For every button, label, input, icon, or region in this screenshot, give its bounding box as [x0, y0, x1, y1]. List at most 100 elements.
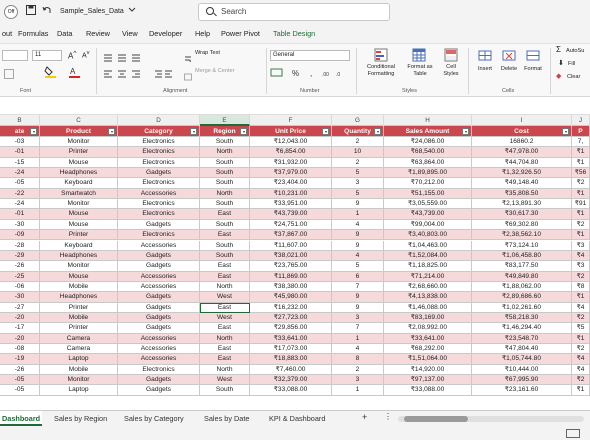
cell-profit[interactable]: ₹1	[572, 333, 590, 344]
cell-sales-amount[interactable]: ₹63,864.00	[384, 157, 472, 169]
cell-quantity[interactable]: 3	[332, 375, 384, 386]
add-sheet-button[interactable]: +	[362, 412, 367, 422]
cell-date[interactable]: -20	[0, 333, 40, 344]
cell-region[interactable]: South	[200, 168, 250, 179]
fill-button[interactable]: Fill	[568, 61, 575, 68]
cell-region[interactable]: East	[200, 302, 250, 313]
cell-sales-amount[interactable]: ₹71,214.00	[384, 271, 472, 282]
cell-date[interactable]: -08	[0, 344, 40, 355]
filter-dropdown-icon[interactable]	[190, 128, 197, 135]
cell-cost[interactable]: ₹23,548.70	[472, 333, 572, 344]
number-format-dropdown[interactable]: General	[270, 50, 350, 61]
column-letter[interactable]: C	[40, 115, 118, 126]
cell-product[interactable]: Mouse	[40, 157, 118, 169]
cell-profit[interactable]: ₹91	[572, 199, 590, 210]
cell-category[interactable]: Gadgets	[118, 292, 200, 303]
cell-profit[interactable]: ₹1	[572, 209, 590, 220]
cell-cost[interactable]: ₹83,177.50	[472, 261, 572, 272]
merge-center-button[interactable]: Merge & Center	[195, 68, 234, 75]
cell-date[interactable]: -26	[0, 261, 40, 272]
cell-region[interactable]: South	[200, 178, 250, 189]
cell-cost[interactable]: ₹69,302.80	[472, 219, 572, 231]
cell-category[interactable]: Electronics	[118, 364, 200, 376]
cell-region[interactable]: North	[200, 188, 250, 200]
cell-cost[interactable]: ₹49,849.80	[472, 271, 572, 282]
sheet-tab-dashboard[interactable]: Dashboard	[0, 411, 43, 426]
cell-sales-amount[interactable]: ₹33,641.00	[384, 333, 472, 344]
cell-cost[interactable]: ₹2,38,562.10	[472, 230, 572, 241]
cell-unit-price[interactable]: ₹11,869.00	[250, 271, 332, 282]
cell-region[interactable]: South	[200, 199, 250, 210]
cell-quantity[interactable]: 2	[332, 137, 384, 148]
cell-cost[interactable]: ₹1,32,926.50	[472, 168, 572, 179]
cell-profit[interactable]: ₹5	[572, 323, 590, 334]
cell-quantity[interactable]: 8	[332, 354, 384, 365]
cell-cost[interactable]: ₹67,995.90	[472, 375, 572, 386]
fill-color-icon[interactable]	[44, 65, 58, 78]
cell-unit-price[interactable]: ₹17,073.00	[250, 344, 332, 355]
save-icon[interactable]	[26, 5, 36, 19]
cell-cost[interactable]: ₹47,978.00	[472, 147, 572, 158]
cell-sales-amount[interactable]: ₹14,920.00	[384, 364, 472, 376]
cell-unit-price[interactable]: ₹27,723.00	[250, 312, 332, 324]
header-sales-amount[interactable]: Sales Amount	[384, 126, 472, 137]
cell-profit[interactable]: ₹2	[572, 312, 590, 324]
cell-product[interactable]: Mouse	[40, 271, 118, 282]
chevron-down-icon[interactable]	[128, 5, 136, 19]
cell-region[interactable]: West	[200, 375, 250, 386]
cell-date[interactable]: -26	[0, 364, 40, 376]
font-name-dropdown[interactable]	[2, 50, 28, 61]
search-input[interactable]: Search	[198, 3, 390, 21]
clear-button[interactable]: Clear	[567, 74, 580, 81]
cell-date[interactable]: -22	[0, 188, 40, 200]
cell-cost[interactable]: ₹58,218.30	[472, 312, 572, 324]
cell-cost[interactable]: 16860.2	[472, 137, 572, 148]
cell-unit-price[interactable]: ₹10,231.00	[250, 188, 332, 200]
cell-sales-amount[interactable]: ₹68,540.00	[384, 147, 472, 158]
cell-sales-amount[interactable]: ₹1,51,064.00	[384, 354, 472, 365]
cell-product[interactable]: Monitor	[40, 199, 118, 210]
borders-icon[interactable]	[4, 66, 14, 79]
cell-cost[interactable]: ₹1,05,744.80	[472, 354, 572, 365]
cell-unit-price[interactable]: ₹33,088.00	[250, 385, 332, 396]
header-category[interactable]: Category	[118, 126, 200, 137]
cell-unit-price[interactable]: ₹31,932.00	[250, 157, 332, 169]
cell-unit-price[interactable]: ₹37,867.00	[250, 230, 332, 241]
cell-category[interactable]: Electronics	[118, 209, 200, 220]
cell-cost[interactable]: ₹2,13,891.30	[472, 199, 572, 210]
sheet-tab-sales-by-date[interactable]: Sales by Date	[204, 414, 249, 423]
cell-unit-price[interactable]: ₹45,980.00	[250, 292, 332, 303]
cell-product[interactable]: Mouse	[40, 219, 118, 231]
cell-unit-price[interactable]: ₹24,751.00	[250, 219, 332, 231]
cell-profit[interactable]: ₹1	[572, 157, 590, 169]
cell-quantity[interactable]: 9	[332, 240, 384, 251]
cell-date[interactable]: -24	[0, 199, 40, 210]
undo-icon[interactable]	[42, 5, 52, 19]
cell-date[interactable]: -09	[0, 230, 40, 241]
cell-quantity[interactable]: 7	[332, 323, 384, 334]
tab-table-design[interactable]: Table Design	[273, 29, 315, 38]
cell-date[interactable]: -27	[0, 302, 40, 313]
column-letter[interactable]: I	[472, 115, 572, 126]
cell-sales-amount[interactable]: ₹2,08,992.00	[384, 323, 472, 334]
cell-sales-amount[interactable]: ₹43,739.00	[384, 209, 472, 220]
format-button[interactable]: Format	[522, 66, 544, 73]
cell-quantity[interactable]: 9	[332, 199, 384, 210]
cell-unit-price[interactable]: ₹18,883.00	[250, 354, 332, 365]
cell-profit[interactable]: ₹2	[572, 344, 590, 355]
cell-quantity[interactable]: 9	[332, 230, 384, 241]
tab-help[interactable]: Help	[195, 29, 210, 38]
cell-category[interactable]: Gadgets	[118, 375, 200, 386]
scrollbar-thumb[interactable]	[404, 416, 468, 422]
cell-sales-amount[interactable]: ₹4,13,838.00	[384, 292, 472, 303]
cell-profit[interactable]: ₹3	[572, 240, 590, 251]
cell-product[interactable]: Mouse	[40, 209, 118, 220]
cell-category[interactable]: Electronics	[118, 147, 200, 158]
cell-quantity[interactable]: 3	[332, 178, 384, 189]
cell-quantity[interactable]: 5	[332, 261, 384, 272]
filter-dropdown-icon[interactable]	[562, 128, 569, 135]
cell-cost[interactable]: ₹1,46,294.40	[472, 323, 572, 334]
cell-date[interactable]: -05	[0, 375, 40, 386]
tab-view[interactable]: View	[122, 29, 138, 38]
cell-unit-price[interactable]: ₹38,021.00	[250, 250, 332, 262]
